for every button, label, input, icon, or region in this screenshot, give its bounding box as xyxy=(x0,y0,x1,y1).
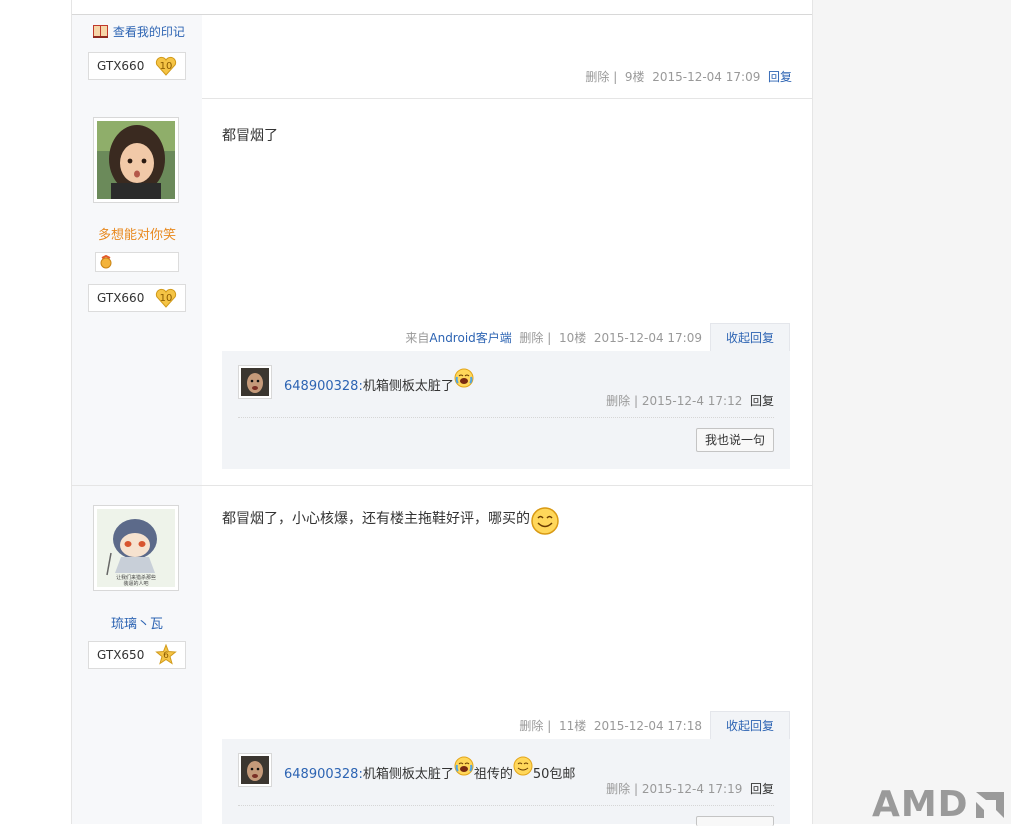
avatar-image xyxy=(97,121,175,199)
reply-text: 648900328:机箱侧板太脏了 祖传的 50包邮 xyxy=(284,756,575,782)
reply-text: 648900328:机箱侧板太脏了 xyxy=(284,368,474,394)
reply-time: 2015-12-4 17:19 xyxy=(641,782,743,796)
reply-meta: 删除 | 2015-12-4 17:12 回复 xyxy=(606,394,774,408)
reply-box: 648900328:机箱侧板太脏了 删除 | 2015-12-4 17:12 回… xyxy=(222,351,790,469)
username[interactable]: 琉璃丶瓦 xyxy=(72,613,202,632)
reply-box: 648900328:机箱侧板太脏了 祖传的 50包邮 删除 | 2015-12-… xyxy=(222,739,790,826)
avatar-caption: 装逼的人吧 xyxy=(123,580,148,587)
reply-avatar[interactable] xyxy=(238,753,272,787)
heart-level-icon: 10 xyxy=(155,56,177,76)
delete-link[interactable]: 删除 xyxy=(585,70,609,84)
member-badge[interactable]: GTX650 6 xyxy=(88,641,186,669)
reply-avatar-image xyxy=(241,756,269,784)
avatar[interactable]: 让我们来猎杀那些 装逼的人吧 xyxy=(93,505,179,591)
reply-item: 648900328:机箱侧板太脏了 删除 | 2015-12-4 17:12 回… xyxy=(238,365,774,411)
smile-emoji-icon xyxy=(513,756,533,776)
author-sidebar: 多想能对你笑 GTX660 10 xyxy=(72,98,202,485)
post-tail: 删除 | 11楼 2015-12-04 17:18 xyxy=(519,719,702,733)
post-floor-11: 让我们来猎杀那些 装逼的人吧 琉璃丶瓦 GTX650 6 都冒烟了，小心核爆，还… xyxy=(72,486,812,826)
from-prefix: 来自 xyxy=(405,331,430,345)
reply-message: 机箱侧板太脏了 xyxy=(362,379,454,394)
badge-level: 10 xyxy=(160,61,173,72)
footprint-link[interactable]: 查看我的印记 xyxy=(92,23,185,40)
badge-level: 10 xyxy=(160,293,173,304)
laugh-cry-emoji-icon xyxy=(454,368,474,388)
post-content: 都冒烟了 xyxy=(222,128,278,144)
reply-avatar-image xyxy=(241,368,269,396)
badge-name: GTX650 xyxy=(97,648,145,662)
laugh-cry-emoji-icon xyxy=(454,756,474,776)
post-main: 都冒烟了 来自Android客户端 删除 | 10楼 2015-12-04 17… xyxy=(202,98,812,485)
post-content-text: 都冒烟了，小心核爆，还有楼主拖鞋好评，哪买的 xyxy=(222,511,530,527)
post-floor-10: 多想能对你笑 GTX660 10 都冒烟了 来自Android客户端 删除 | xyxy=(72,98,812,486)
post-tail: 删除 | 9楼 2015-12-04 17:09 回复 xyxy=(585,70,792,84)
post-floor-9: 查看我的印记 GTX660 10 删除 | 9楼 2015-12-04 17:0… xyxy=(72,14,812,99)
reply-delete-link[interactable]: 删除 xyxy=(606,394,630,408)
delete-link[interactable]: 删除 xyxy=(519,719,543,733)
floor-number: 9楼 xyxy=(624,70,645,84)
delete-link[interactable]: 删除 xyxy=(519,331,543,345)
reply-message-c: 50包邮 xyxy=(532,767,576,782)
say-something-button-partial[interactable] xyxy=(696,816,774,826)
reply-username[interactable]: 648900328: xyxy=(284,767,363,782)
reply-divider xyxy=(238,417,774,418)
reply-delete-link[interactable]: 删除 xyxy=(606,782,630,796)
floor-number: 11楼 xyxy=(558,719,587,733)
floor-number: 10楼 xyxy=(558,331,587,345)
post-main: 删除 | 9楼 2015-12-04 17:09 回复 xyxy=(202,15,812,98)
badge-name: GTX660 xyxy=(97,59,145,73)
say-something-button[interactable]: 我也说一句 xyxy=(696,428,774,452)
post-time: 2015-12-04 17:18 xyxy=(593,719,702,733)
amd-logo-icon xyxy=(976,792,1004,818)
amd-watermark: AMD xyxy=(872,784,969,825)
smile-emoji-icon xyxy=(531,507,559,535)
post-content: 都冒烟了，小心核爆，还有楼主拖鞋好评，哪买的 xyxy=(222,507,560,536)
reply-message-b: 祖传的 xyxy=(473,767,513,782)
heart-level-icon: 10 xyxy=(155,288,177,308)
book-icon xyxy=(93,25,108,38)
reply-divider xyxy=(238,805,774,806)
reply-item: 648900328:机箱侧板太脏了 祖传的 50包邮 删除 | 2015-12-… xyxy=(238,753,774,799)
member-badge[interactable]: GTX660 10 xyxy=(88,284,186,312)
reply-meta: 删除 | 2015-12-4 17:19 回复 xyxy=(606,782,774,796)
collapse-replies-button[interactable]: 收起回复 xyxy=(710,323,790,351)
star-level-icon: 6 xyxy=(155,644,177,665)
reply-avatar[interactable] xyxy=(238,365,272,399)
badge-name: GTX660 xyxy=(97,291,145,305)
reply-username[interactable]: 648900328: xyxy=(284,379,363,394)
avatar[interactable] xyxy=(93,117,179,203)
author-sidebar: 查看我的印记 GTX660 10 xyxy=(72,15,202,98)
author-sidebar: 让我们来猎杀那些 装逼的人吧 琉璃丶瓦 GTX650 6 xyxy=(72,486,202,824)
reply-link[interactable]: 回复 xyxy=(768,70,792,84)
reply-reply-link[interactable]: 回复 xyxy=(750,782,774,796)
post-main: 都冒烟了，小心核爆，还有楼主拖鞋好评，哪买的 删除 | 11楼 2015-12-… xyxy=(202,486,812,826)
right-sidebar-background xyxy=(811,0,1011,824)
username[interactable]: 多想能对你笑 xyxy=(72,224,202,243)
avatar-image: 让我们来猎杀那些 装逼的人吧 xyxy=(97,509,175,587)
thread-container: 查看我的印记 GTX660 10 删除 | 9楼 2015-12-04 17:0… xyxy=(71,0,813,826)
post-time: 2015-12-04 17:09 xyxy=(652,70,761,84)
badge-level: 6 xyxy=(163,651,169,661)
reply-time: 2015-12-4 17:12 xyxy=(641,394,743,408)
post-time: 2015-12-04 17:09 xyxy=(593,331,702,345)
collapse-replies-button[interactable]: 收起回复 xyxy=(710,711,790,739)
medal-bar xyxy=(95,252,179,272)
member-badge[interactable]: GTX660 10 xyxy=(88,52,186,80)
client-link[interactable]: Android客户端 xyxy=(429,331,511,345)
post-tail: 来自Android客户端 删除 | 10楼 2015-12-04 17:09 xyxy=(405,331,702,345)
avatar-caption: 让我们来猎杀那些 xyxy=(116,574,156,581)
footprint-link-label[interactable]: 查看我的印记 xyxy=(113,25,185,39)
reply-reply-link[interactable]: 回复 xyxy=(750,394,774,408)
reply-message-a: 机箱侧板太脏了 xyxy=(362,767,454,782)
medal-icon xyxy=(100,255,112,269)
